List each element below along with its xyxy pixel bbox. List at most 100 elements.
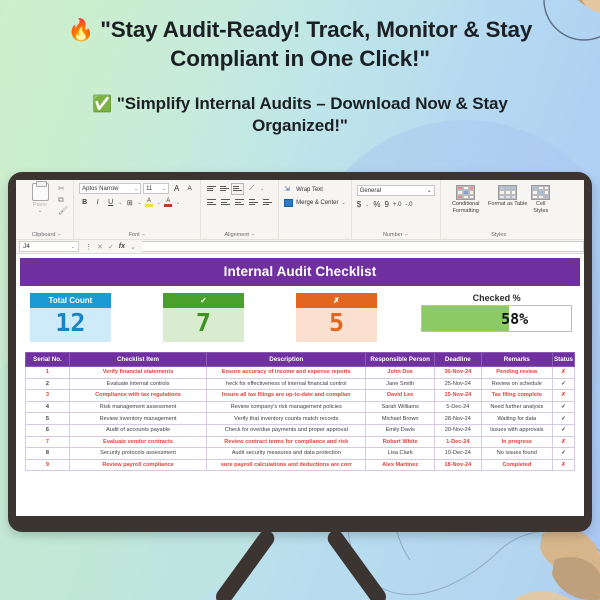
paste-chevron-down-icon[interactable]: ⌄: [38, 208, 42, 214]
cell-styles-button[interactable]: Cell Styles: [530, 185, 552, 214]
cell-status[interactable]: ✓: [552, 400, 575, 414]
underline-chevron-down-icon[interactable]: ⌄: [118, 200, 122, 206]
kpi-total-count-label: Total Count: [30, 293, 111, 308]
font-size-value: 11: [146, 185, 153, 192]
currency-button[interactable]: $: [357, 200, 361, 209]
paste-button[interactable]: Paste ⌄: [25, 181, 55, 214]
cell-status[interactable]: ✓: [552, 447, 575, 460]
insert-function-icon[interactable]: fx: [119, 243, 125, 250]
col-status: Status: [552, 352, 575, 367]
increase-indent-button[interactable]: [262, 197, 273, 207]
align-bottom-button[interactable]: [231, 182, 245, 195]
align-left-button[interactable]: [206, 197, 217, 207]
format-as-table-label: Format as Table: [488, 201, 528, 207]
grow-font-button[interactable]: A: [171, 183, 182, 194]
decrease-decimal-button[interactable]: -.0: [405, 202, 412, 208]
cell-deadline: 28-Nov-24: [433, 412, 482, 425]
audit-table: Serial No. Checklist Item Description Re…: [25, 352, 575, 472]
formula-menu-icon[interactable]: ⋮: [85, 243, 92, 251]
cancel-icon[interactable]: ✕: [97, 243, 103, 251]
font-color-button[interactable]: A: [163, 197, 174, 208]
alignment-dialog-launcher-icon[interactable]: ⌐: [252, 232, 255, 238]
orientation-chevron-down-icon[interactable]: ⌄: [260, 186, 264, 192]
font-name-chevron-down-icon[interactable]: ⌄: [134, 186, 138, 192]
align-top-button[interactable]: [206, 184, 217, 194]
cell-status[interactable]: ✗: [552, 366, 575, 379]
font-name-input[interactable]: Aptos Narrow ⌄: [79, 183, 142, 194]
cell-status[interactable]: ✗: [552, 435, 575, 449]
orientation-icon[interactable]: ⟋: [246, 183, 257, 194]
font-size-chevron-down-icon[interactable]: ⌄: [162, 186, 166, 192]
conditional-formatting-button[interactable]: Conditional Formatting: [446, 185, 486, 214]
number-format-select[interactable]: General ⌄: [356, 185, 435, 196]
table-row[interactable]: 6 Audit of accounts payable Check for over…: [25, 423, 575, 437]
borders-icon[interactable]: ⊞: [124, 197, 135, 208]
formula-expand-chevron-down-icon[interactable]: ⌄: [130, 243, 136, 251]
table-row[interactable]: 8 Security protocols assessment Audit secu…: [25, 447, 575, 460]
percent-style-button[interactable]: %: [373, 200, 380, 209]
font-size-input[interactable]: 11 ⌄: [143, 183, 170, 194]
format-as-table-button[interactable]: Format as Table: [488, 185, 528, 208]
increase-decimal-button[interactable]: +.0: [393, 202, 402, 208]
italic-button[interactable]: I: [92, 197, 103, 208]
clipboard-dialog-launcher-icon[interactable]: ⌐: [58, 232, 61, 238]
number-format-chevron-down-icon[interactable]: ⌄: [427, 187, 432, 194]
align-middle-button[interactable]: [219, 184, 230, 194]
table-row[interactable]: 4 Risk management assessment Review compan…: [25, 400, 575, 414]
currency-chevron-down-icon[interactable]: ⌄: [365, 202, 369, 208]
cut-icon[interactable]: ✂: [58, 184, 68, 193]
cell-status[interactable]: ✓: [552, 412, 575, 425]
kpi-unchecked-count-value: 5: [296, 308, 377, 342]
font-dialog-launcher-icon[interactable]: ⌐: [143, 232, 146, 238]
excel-ribbon: Paste ⌄ ✂ ⧉ 🖌 Clipboard ⌐ Aptos Narrow ⌄…: [16, 180, 584, 240]
underline-button[interactable]: U: [105, 197, 116, 208]
borders-chevron-down-icon[interactable]: ⌄: [137, 200, 141, 206]
checked-percent-label: Checked %: [472, 293, 521, 303]
cell-description: Audit security measures and data protect…: [206, 447, 367, 460]
cell-serial-no: 3: [25, 389, 70, 402]
cell-status[interactable]: ✗: [552, 389, 575, 402]
table-row[interactable]: 5 Review inventory management Verify that …: [25, 412, 575, 425]
format-as-table-icon: [498, 185, 518, 200]
col-serial-no: Serial No.: [25, 352, 70, 367]
bold-button[interactable]: B: [79, 197, 90, 208]
number-dialog-launcher-icon[interactable]: ⌐: [406, 232, 409, 238]
cell-status[interactable]: ✗: [552, 458, 575, 472]
table-row[interactable]: 9 Review payroll compliance sure payroll c…: [25, 458, 575, 472]
cell-status[interactable]: ✓: [552, 377, 575, 391]
align-center-button[interactable]: [220, 197, 231, 207]
cell-status[interactable]: ✓: [552, 423, 575, 437]
align-right-button[interactable]: [234, 197, 245, 207]
headline-primary: 🔥 "Stay Audit-Ready! Track, Monitor & St…: [0, 0, 600, 74]
monitor-mockup: Paste ⌄ ✂ ⧉ 🖌 Clipboard ⌐ Aptos Narrow ⌄…: [8, 172, 592, 600]
comma-style-button[interactable]: 9: [385, 200, 389, 209]
cell-checklist-item: Evaluate internal controls: [68, 377, 208, 391]
name-box-chevron-down-icon[interactable]: ⌄: [71, 244, 75, 250]
conditional-formatting-label: Conditional Formatting: [451, 201, 480, 214]
merge-center-icon: [284, 199, 294, 207]
paste-icon: [31, 181, 49, 201]
kpi-checked-count-label: ✓: [163, 293, 244, 308]
fill-color-chevron-down-icon[interactable]: ⌄: [157, 200, 161, 206]
merge-center-button[interactable]: Merge & Center ⌄: [284, 199, 346, 207]
cell-description: Review contract terms for compliance and…: [206, 435, 367, 449]
enter-icon[interactable]: ✓: [108, 243, 114, 251]
decrease-indent-button[interactable]: [248, 197, 259, 207]
cell-serial-no: 9: [25, 458, 70, 472]
table-row[interactable]: 2 Evaluate internal controls heck for effe…: [25, 377, 575, 391]
cell-serial-no: 5: [25, 412, 70, 425]
table-row[interactable]: 1 Verify financial statements Ensure accur…: [25, 366, 575, 379]
table-row[interactable]: 3 Compliance with tax regulations Insure a…: [25, 389, 575, 402]
fill-color-button[interactable]: A: [144, 197, 155, 208]
col-checklist-item: Checklist Item: [68, 352, 208, 367]
format-painter-icon[interactable]: 🖌: [58, 206, 68, 215]
cell-remarks: No issues found: [480, 447, 554, 460]
merge-chevron-down-icon[interactable]: ⌄: [342, 200, 346, 206]
formula-input[interactable]: [141, 241, 584, 252]
shrink-font-button[interactable]: A: [184, 183, 195, 194]
table-row[interactable]: 7 Evaluate vendor contracts Review contrac…: [25, 435, 575, 449]
wrap-text-button[interactable]: ⇲ Wrap Text: [284, 185, 323, 194]
copy-icon[interactable]: ⧉: [58, 195, 68, 204]
name-box[interactable]: J4 ⌄: [19, 241, 79, 252]
font-color-chevron-down-icon[interactable]: ⌄: [176, 200, 180, 206]
